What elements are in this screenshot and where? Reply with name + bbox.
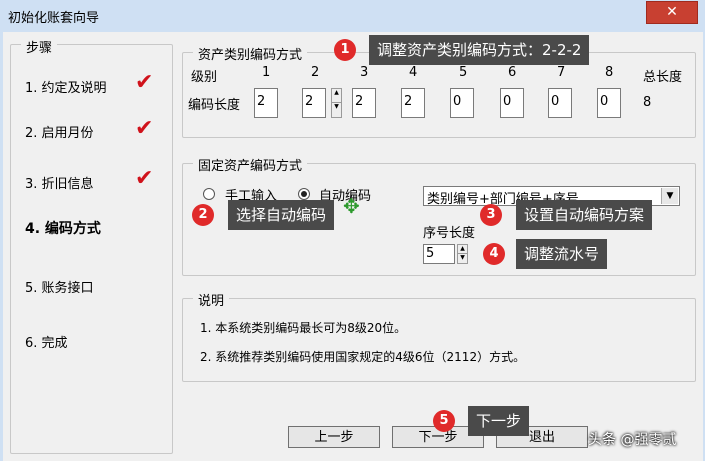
annotation-badge-2: 2	[192, 204, 214, 226]
prev-button[interactable]: 上一步	[288, 426, 380, 448]
level-8: 8	[605, 65, 614, 80]
step-5: 5. 账务接口	[25, 281, 94, 296]
step-2: 2. 启用月份	[25, 126, 94, 141]
total-length-value: 8	[643, 95, 652, 110]
level-7-length-input[interactable]: 0	[548, 88, 572, 118]
annotation-tip-5: 下一步	[468, 406, 530, 436]
level-6: 6	[508, 65, 517, 80]
seq-length-label: 序号长度	[423, 226, 476, 241]
level-2-spinner[interactable]: ▲ ▼	[331, 88, 342, 118]
fixed-coding-title: 固定资产编码方式	[193, 155, 308, 174]
level-4: 4	[409, 65, 418, 80]
seq-length-input[interactable]: 5	[423, 244, 455, 264]
chevron-down-icon[interactable]: ▼	[661, 188, 678, 204]
step-3: 3. 折旧信息	[25, 177, 94, 192]
level-5: 5	[459, 65, 468, 80]
level-5-length-input[interactable]: 0	[450, 88, 474, 118]
notes-title: 说明	[193, 290, 230, 309]
level-6-length-input[interactable]: 0	[500, 88, 524, 118]
cursor-icon: ✥	[343, 194, 360, 218]
level-7: 7	[557, 65, 566, 80]
level-3-length-input[interactable]: 2	[352, 88, 376, 118]
notes-group	[182, 298, 696, 382]
check-icon: ✔	[135, 70, 154, 95]
step-4-current: 4. 编码方式	[25, 221, 101, 237]
annotation-tip-2: 选择自动编码	[228, 200, 335, 230]
window-title: 初始化账套向导	[8, 11, 100, 26]
level-1: 1	[262, 65, 271, 80]
code-length-label: 编码长度	[188, 98, 241, 113]
annotation-badge-4: 4	[483, 243, 505, 265]
level-label: 级别	[191, 70, 218, 85]
annotation-badge-3: 3	[480, 204, 502, 226]
level-4-length-input[interactable]: 2	[401, 88, 425, 118]
level-1-length-input[interactable]: 2	[254, 88, 278, 118]
auto-code-radio[interactable]	[298, 188, 310, 200]
wizard-client-area: 步骤 1. 约定及说明 ✔ 2. 启用月份 ✔ 3. 折旧信息 ✔ 4. 编码方…	[3, 32, 703, 461]
steps-title: 步骤	[21, 37, 58, 56]
note-line-2: 2. 系统推荐类别编码使用国家规定的4级6位（2112）方式。	[200, 350, 526, 364]
check-icon: ✔	[135, 116, 154, 141]
close-icon[interactable]: ✕	[646, 1, 698, 24]
annotation-tip-1: 调整资产类别编码方式：2-2-2	[369, 35, 590, 65]
watermark: 头条 @强零贰	[588, 432, 677, 448]
step-6: 6. 完成	[25, 336, 68, 351]
level-3: 3	[360, 65, 369, 80]
manual-input-radio[interactable]	[203, 188, 215, 200]
steps-group	[10, 44, 173, 454]
check-icon: ✔	[135, 166, 154, 191]
note-line-1: 1. 本系统类别编码最长可为8级20位。	[200, 321, 407, 335]
level-8-length-input[interactable]: 0	[597, 88, 621, 118]
asset-coding-title: 资产类别编码方式	[193, 44, 308, 63]
total-length-label: 总长度	[643, 70, 683, 85]
seq-length-spinner[interactable]: ▲ ▼	[457, 244, 468, 264]
title-bar: 初始化账套向导 ✕	[0, 0, 705, 32]
annotation-tip-4: 调整流水号	[516, 239, 608, 269]
step-1: 1. 约定及说明	[25, 81, 107, 96]
annotation-badge-5: 5	[433, 410, 455, 432]
level-2-length-input[interactable]: 2	[302, 88, 326, 118]
level-2: 2	[311, 65, 320, 80]
annotation-badge-1: 1	[334, 39, 356, 61]
annotation-tip-3: 设置自动编码方案	[516, 200, 653, 230]
